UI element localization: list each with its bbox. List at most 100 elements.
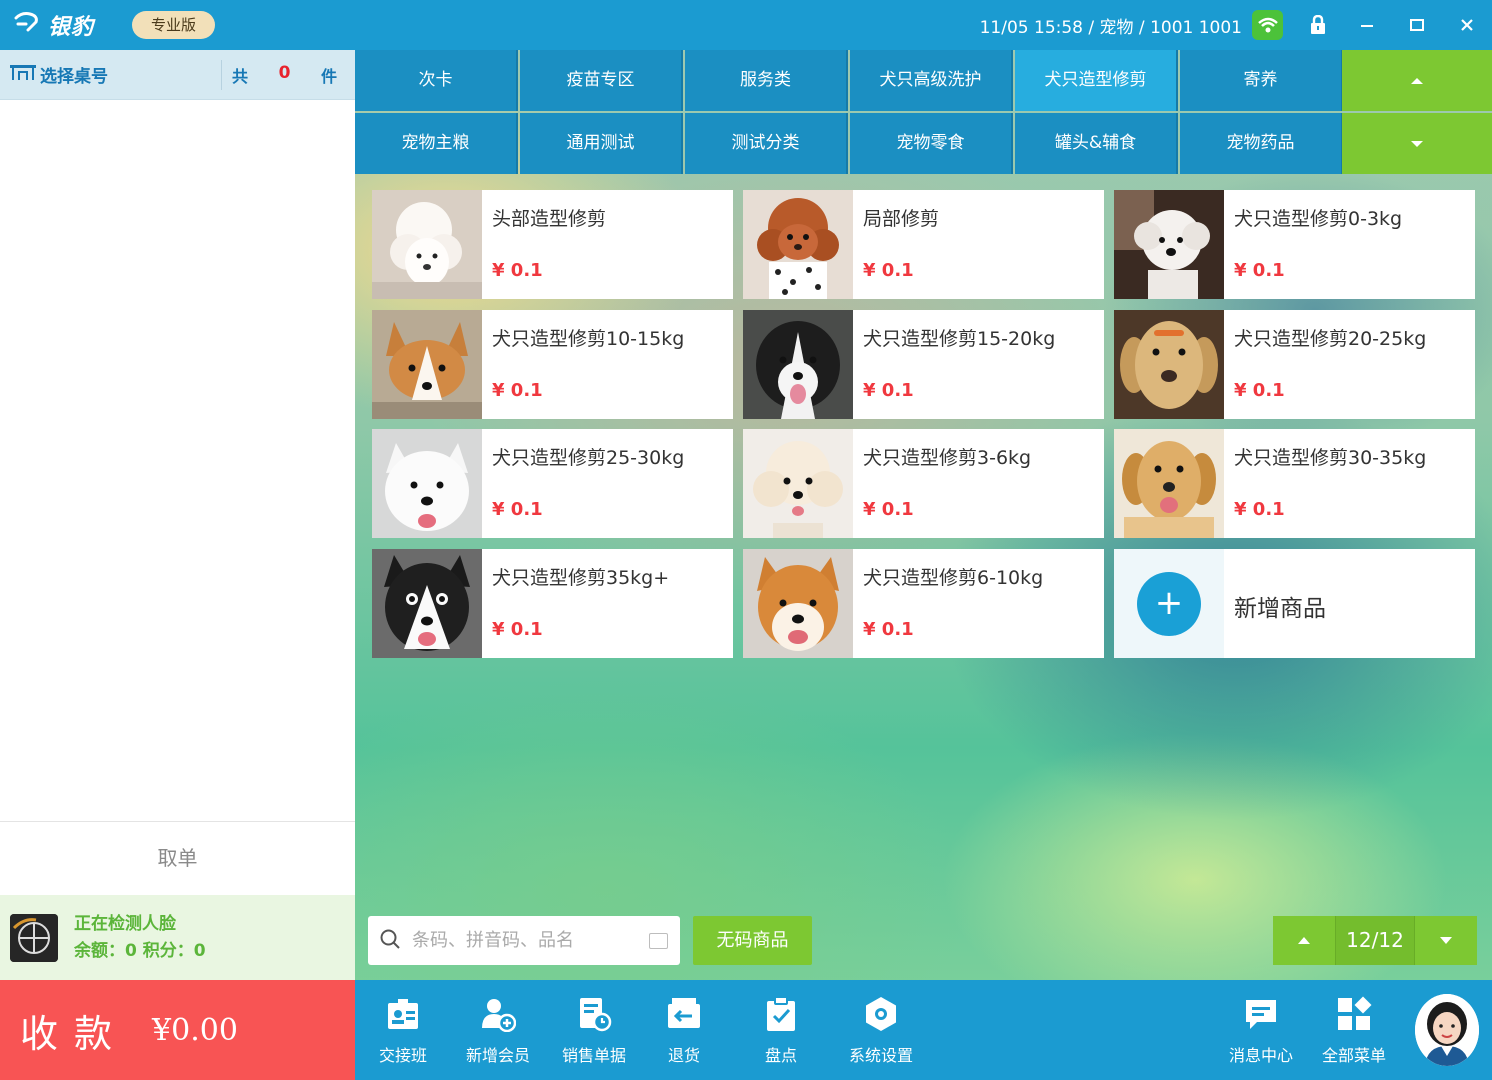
customer-service-avatar[interactable] [1415,994,1479,1066]
product-name: 头部造型修剪 [492,208,607,230]
product-card[interactable]: 局部修剪 ¥ 0.1 [743,190,1104,299]
prev-page-button[interactable] [1273,916,1335,965]
sales-receipt-icon [574,994,614,1034]
add-product-icon-box: + [1114,549,1224,658]
tab-general-test[interactable]: 通用测试 [520,113,683,174]
search-box[interactable] [368,916,680,965]
select-table-label: 选择桌号 [40,67,108,87]
page-indicator: 12/12 [1335,916,1415,965]
wifi-icon[interactable] [1252,10,1283,40]
product-card[interactable]: 头部造型修剪 ¥ 0.1 [372,190,733,299]
tab-cika[interactable]: 次卡 [355,50,518,111]
tab-pet-snacks[interactable]: 宠物零食 [850,113,1013,174]
keyboard-icon[interactable] [649,932,668,949]
labrador-photo [1114,310,1224,419]
checkout-label: 收款 [20,1011,129,1056]
product-name: 犬只造型修剪20-25kg [1234,328,1427,350]
tab-premium-wash[interactable]: 犬只高级洗护 [850,50,1013,111]
logo-mark-icon [14,10,44,40]
sales-receipt-label: 销售单据 [561,1046,626,1065]
add-product-label: 新增商品 [1234,596,1326,622]
order-panel: 选择桌号 共 0 件 取单 正在检测人脸 余额：0 积分：0 收款 ¥0.00 [0,50,355,1080]
message-icon [1241,994,1281,1034]
all-menu-label: 全部菜单 [1321,1046,1386,1065]
inventory-label: 盘点 [764,1046,797,1065]
checkout-amount: ¥0.00 [152,1012,238,1048]
product-card[interactable]: 犬只造型修剪0-3kg ¥ 0.1 [1114,190,1475,299]
settings-label: 系统设置 [848,1046,913,1065]
minimize-icon[interactable] [1350,8,1384,42]
next-page-button[interactable] [1415,916,1477,965]
alaskan-malamute-photo [372,549,482,658]
tab-canned-food[interactable]: 罐头&辅食 [1015,113,1178,174]
no-barcode-button[interactable]: 无码商品 [693,916,812,965]
product-area: 次卡 疫苗专区 服务类 犬只高级洗护 犬只造型修剪 寄养 宠物主粮 通用测试 测… [355,50,1492,980]
member-panel[interactable]: 正在检测人脸 余额：0 积分：0 [0,895,355,980]
add-member-label: 新增会员 [465,1046,530,1065]
tab-staple-food[interactable]: 宠物主粮 [355,113,518,174]
tab-test-category[interactable]: 测试分类 [685,113,848,174]
product-name: 局部修剪 [863,208,940,230]
count-prefix: 共 [232,66,249,86]
tabs-scroll-down-button[interactable] [1342,113,1492,174]
tab-services[interactable]: 服务类 [685,50,848,111]
handover-label: 交接班 [378,1046,427,1065]
tab-styling-trim[interactable]: 犬只造型修剪 [1015,50,1178,111]
return-icon [664,994,704,1034]
all-menu-button[interactable]: 全部菜单 [1309,994,1399,1066]
product-price: ¥ 0.1 [863,619,914,640]
handover-button[interactable]: 交接班 [358,994,448,1066]
product-price: ¥ 0.1 [863,260,914,281]
logo-text: 银豹 [48,15,95,40]
tab-pet-medicine[interactable]: 宠物药品 [1180,113,1343,174]
corgi-photo [372,310,482,419]
count-value: 0 [278,62,291,83]
samoyed-photo [372,429,482,538]
handover-icon [383,994,423,1034]
cancel-order-button[interactable]: 取单 [0,821,355,895]
product-card[interactable]: 犬只造型修剪10-15kg ¥ 0.1 [372,310,733,419]
item-count: 共 0 件 [222,63,355,87]
settings-button[interactable]: 系统设置 [836,994,926,1066]
lock-icon[interactable] [1301,8,1335,42]
product-price: ¥ 0.1 [1234,499,1285,520]
caret-down-icon [1411,140,1423,147]
product-price: ¥ 0.1 [492,260,543,281]
product-name: 犬只造型修剪0-3kg [1234,208,1403,230]
product-price: ¥ 0.1 [492,619,543,640]
member-balance: 余额：0 积分：0 [74,940,206,961]
product-card[interactable]: 犬只造型修剪15-20kg ¥ 0.1 [743,310,1104,419]
product-card[interactable]: 犬只造型修剪3-6kg ¥ 0.1 [743,429,1104,538]
inventory-button[interactable]: 盘点 [736,994,826,1066]
add-member-icon [478,994,518,1034]
maximize-icon[interactable] [1400,8,1434,42]
product-card[interactable]: 犬只造型修剪20-25kg ¥ 0.1 [1114,310,1475,419]
tab-boarding[interactable]: 寄养 [1180,50,1343,111]
add-member-button[interactable]: 新增会员 [453,994,543,1066]
app-logo: 银豹 [14,10,94,40]
product-name: 犬只造型修剪35kg+ [492,567,670,589]
sales-receipt-button[interactable]: 销售单据 [549,994,639,1066]
product-card[interactable]: 犬只造型修剪6-10kg ¥ 0.1 [743,549,1104,658]
edition-badge: 专业版 [132,11,215,39]
return-button[interactable]: 退货 [639,994,729,1066]
product-name: 犬只造型修剪25-30kg [492,447,685,469]
face-detect-icon [10,913,58,962]
product-card[interactable]: 犬只造型修剪25-30kg ¥ 0.1 [372,429,733,538]
product-card[interactable]: 犬只造型修剪30-35kg ¥ 0.1 [1114,429,1475,538]
product-card[interactable]: 犬只造型修剪35kg+ ¥ 0.1 [372,549,733,658]
message-center-button[interactable]: 消息中心 [1216,994,1306,1066]
search-input[interactable] [412,930,637,951]
count-suffix: 件 [320,66,337,86]
tab-vaccine[interactable]: 疫苗专区 [520,50,683,111]
message-center-label: 消息中心 [1228,1046,1293,1065]
tabs-scroll-up-button[interactable] [1342,50,1492,111]
bottom-toolbar: 交接班 新增会员 销售单据 退货 盘点 系统设置 消息中心 全部菜单 [355,980,1492,1080]
select-table-button[interactable]: 选择桌号 [0,59,222,90]
close-icon[interactable] [1450,8,1484,42]
caret-up-icon [1411,77,1423,84]
add-product-button[interactable]: + 新增商品 [1114,549,1475,658]
status-info: 11/05 15:58 / 宠物 / 1001 1001 [979,18,1242,38]
checkout-button[interactable]: 收款 ¥0.00 [0,980,355,1080]
return-label: 退货 [667,1046,700,1065]
